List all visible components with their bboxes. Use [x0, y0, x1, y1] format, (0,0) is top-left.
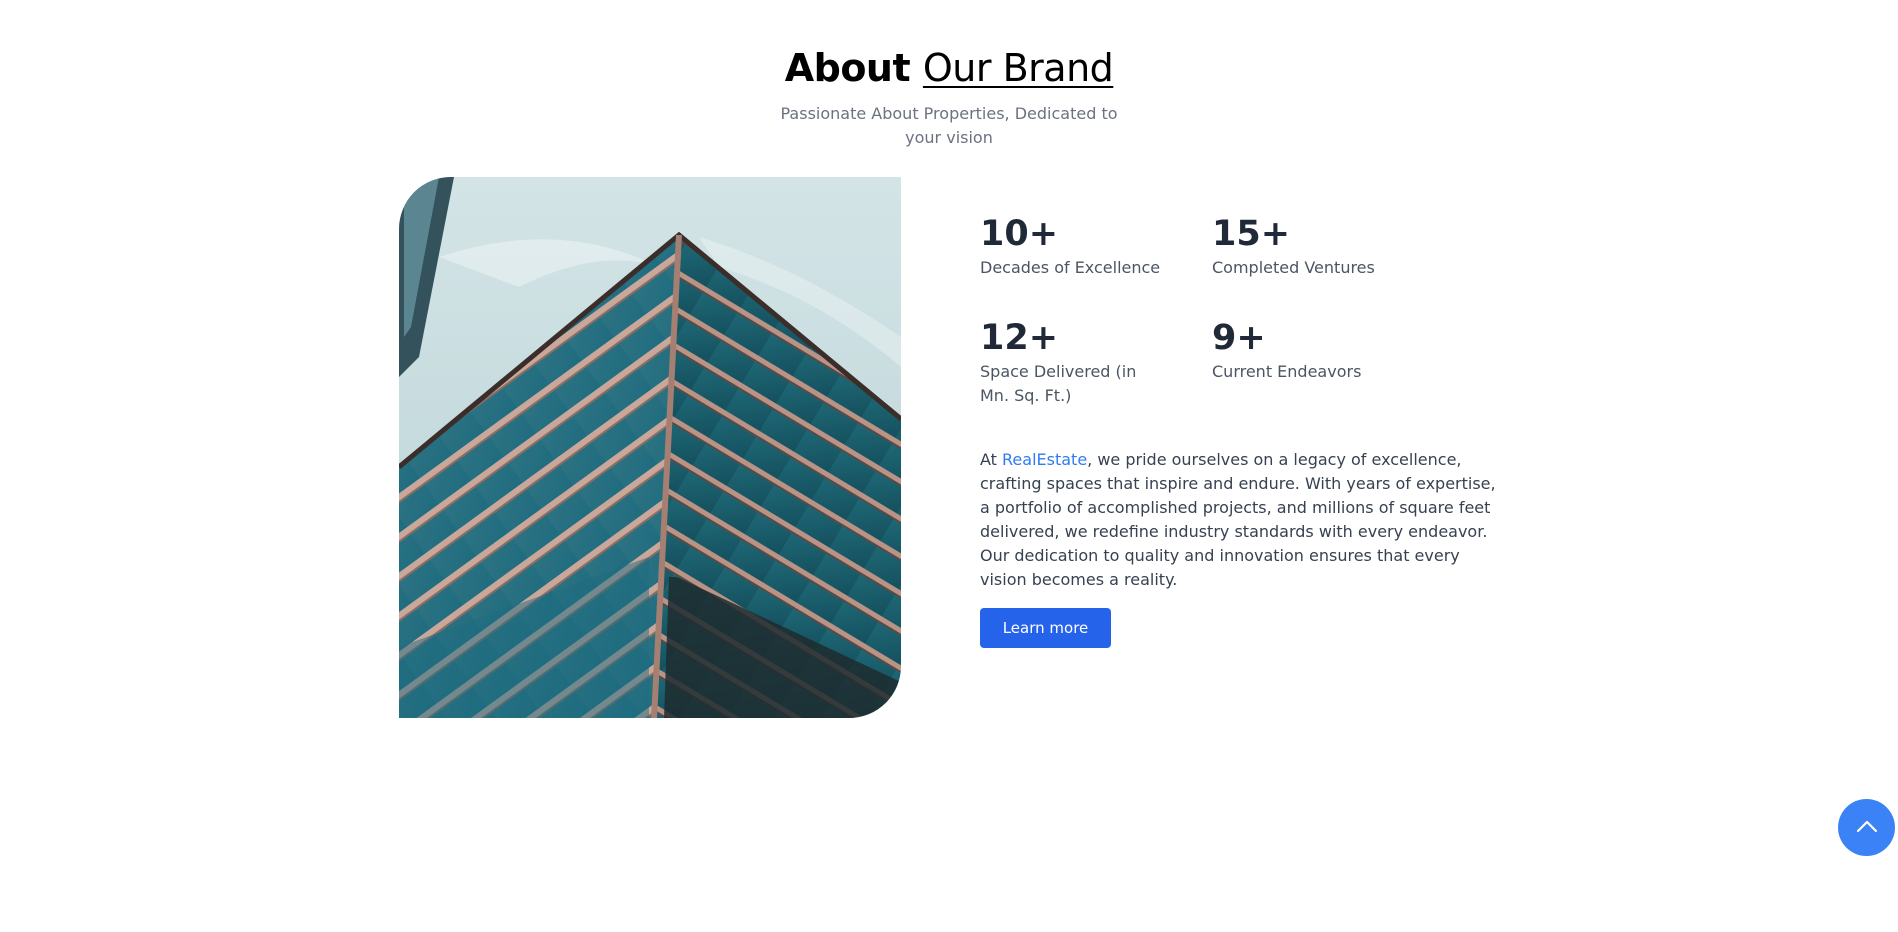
stat-label: Space Delivered (in Mn. Sq. Ft.) — [980, 362, 1137, 405]
chevron-up-icon — [1856, 819, 1878, 836]
section-subtitle: Passionate About Properties, Dedicated t… — [780, 104, 1118, 147]
section-header: About Our Brand Passionate About Propert… — [0, 44, 1898, 150]
description-body: , we pride ourselves on a legacy of exce… — [980, 450, 1496, 589]
stat-space-delivered: 12+ Space Delivered (in Mn. Sq. Ft.) — [980, 316, 1160, 408]
description-prefix: At — [980, 450, 1003, 469]
stat-ventures: 15+ Completed Ventures — [1212, 212, 1412, 280]
title-bold: About — [784, 46, 911, 90]
building-photo — [399, 177, 901, 718]
stat-endeavors: 9+ Current Endeavors — [1212, 316, 1412, 384]
stat-decades: 10+ Decades of Excellence — [980, 212, 1180, 280]
stat-value: 9+ — [1212, 318, 1266, 358]
stat-value: 15+ — [1212, 214, 1291, 254]
section-title: About Our Brand — [0, 44, 1898, 92]
stat-label: Decades of Excellence — [980, 258, 1161, 277]
stat-label: Completed Ventures — [1212, 258, 1375, 277]
stat-value: 12+ — [980, 318, 1059, 358]
stat-value: 10+ — [980, 214, 1059, 254]
stat-label: Current Endeavors — [1212, 362, 1362, 381]
about-section: About Our Brand Passionate About Propert… — [0, 0, 1898, 932]
about-description: At RealEstate, we pride ourselves on a l… — [980, 448, 1500, 592]
learn-more-button[interactable]: Learn more — [980, 608, 1111, 648]
title-underlined: Our Brand — [922, 46, 1114, 90]
brand-link[interactable]: RealEstate — [1002, 450, 1087, 469]
scroll-to-top-button[interactable] — [1838, 799, 1895, 856]
